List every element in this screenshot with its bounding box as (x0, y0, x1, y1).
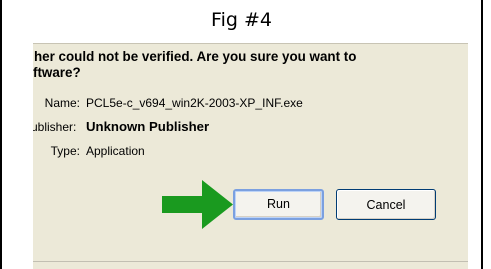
name-label: Name: (44, 96, 80, 110)
warning-message: her could not be verified. Are you sure … (33, 49, 463, 81)
cancel-button[interactable]: Cancel (336, 189, 436, 220)
page-border-left (0, 0, 2, 269)
publisher-row: ublisher: Unknown Publisher (33, 119, 468, 135)
dialog-top-edge (33, 43, 468, 44)
file-name-value: PCL5e-c_v694_win2K-2003-XP_INF.exe (86, 96, 303, 110)
type-row: Type: Application (33, 143, 468, 159)
name-row: Name: PCL5e-c_v694_win2K-2003-XP_INF.exe (33, 95, 468, 111)
publisher-label: ublisher: (33, 120, 77, 134)
type-label: Type: (50, 144, 80, 158)
security-warning-dialog: her could not be verified. Are you sure … (33, 43, 468, 269)
publisher-value: Unknown Publisher (86, 119, 210, 134)
warning-message-line-2: ftware? (33, 65, 81, 80)
dialog-bottom-divider (33, 261, 468, 262)
run-button[interactable]: Run (233, 189, 324, 220)
green-arrow-icon (162, 180, 233, 229)
type-value: Application (86, 144, 145, 158)
figure-caption: Fig #4 (211, 9, 272, 31)
page-border-right (481, 0, 483, 269)
warning-message-line-1: her could not be verified. Are you sure … (34, 49, 357, 64)
